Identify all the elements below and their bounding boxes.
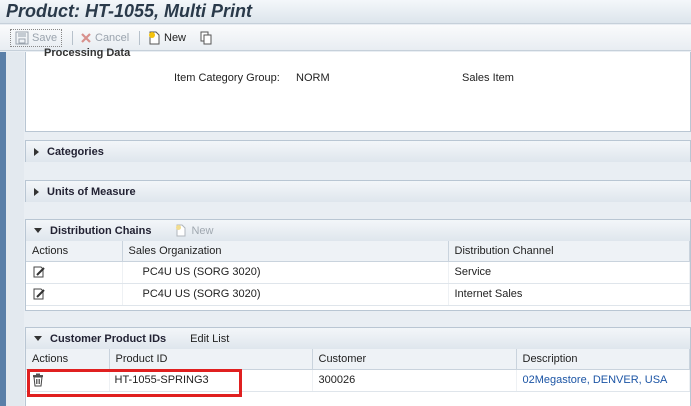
actions-cell	[26, 261, 123, 284]
actions-cell	[26, 283, 123, 306]
customer-product-ids-title: Customer Product IDs	[50, 332, 167, 345]
item-category-group-value: NORM	[296, 72, 330, 84]
collapse-arrow-icon	[34, 228, 42, 233]
processing-data-panel: Processing Data Item Category Group: NOR…	[25, 47, 691, 132]
customer-cell: 300026	[312, 369, 517, 392]
sales-organization-cell: PC4U US (SORG 3020)	[122, 261, 449, 284]
save-button[interactable]: Save	[10, 29, 63, 47]
new-document-icon	[176, 224, 186, 237]
new-label: New	[164, 32, 187, 44]
item-category-group-label: Item Category Group:	[174, 72, 280, 84]
table-header-row: Actions Product ID Customer Description	[26, 349, 690, 370]
expand-arrow-icon	[34, 187, 39, 196]
distribution-chains-header[interactable]: Distribution Chains New	[26, 220, 690, 241]
categories-panel: Categories	[25, 140, 691, 162]
units-of-measure-title: Units of Measure	[47, 185, 136, 198]
customer-product-ids-header[interactable]: Customer Product IDs Edit List	[26, 328, 690, 349]
page-title: Product: HT-1055, Multi Print	[6, 1, 253, 21]
processing-data-heading: Processing Data	[44, 47, 131, 59]
units-of-measure-header[interactable]: Units of Measure	[26, 181, 690, 202]
title-bar: Product: HT-1055, Multi Print	[0, 0, 691, 24]
distribution-new-label: New	[191, 224, 214, 237]
column-header-distribution-channel[interactable]: Distribution Channel	[448, 241, 690, 262]
toolbar-divider	[139, 31, 140, 45]
distribution-channel-cell: Service	[448, 261, 690, 284]
expand-arrow-icon	[34, 147, 39, 156]
new-button[interactable]: New	[144, 29, 190, 47]
new-document-icon	[149, 31, 160, 45]
categories-title: Categories	[47, 145, 104, 158]
cancel-icon	[81, 33, 91, 43]
sales-organization-cell: PC4U US (SORG 3020)	[122, 283, 449, 306]
edit-icon[interactable]	[32, 265, 46, 279]
column-header-sales-organization[interactable]: Sales Organization	[122, 241, 449, 262]
column-header-actions[interactable]: Actions	[26, 349, 110, 370]
column-header-description[interactable]: Description	[516, 349, 690, 370]
column-header-actions[interactable]: Actions	[26, 241, 123, 262]
distribution-chains-title: Distribution Chains	[50, 224, 152, 237]
distribution-chains-panel: Distribution Chains New Actions Sales Or…	[25, 219, 691, 311]
edit-list-button[interactable]: Edit List	[190, 333, 229, 345]
column-header-product-id[interactable]: Product ID	[109, 349, 313, 370]
distribution-chains-table: Actions Sales Organization Distribution …	[26, 241, 690, 306]
table-row[interactable]: PC4U US (SORG 3020) Service	[26, 261, 690, 284]
collapse-arrow-icon	[34, 336, 42, 341]
item-category-group-description: Sales Item	[462, 72, 514, 84]
edit-icon[interactable]	[32, 287, 46, 301]
distribution-channel-cell: Internet Sales	[448, 283, 690, 306]
table-row[interactable]: PC4U US (SORG 3020) Internet Sales	[26, 283, 690, 306]
categories-header[interactable]: Categories	[26, 141, 690, 162]
cancel-button[interactable]: Cancel	[76, 29, 133, 47]
table-header-row: Actions Sales Organization Distribution …	[26, 241, 690, 262]
column-header-customer[interactable]: Customer	[312, 349, 517, 370]
save-icon	[15, 31, 29, 45]
copy-button[interactable]	[195, 29, 217, 47]
toolbar-divider	[72, 31, 73, 45]
highlight-box	[27, 369, 242, 397]
units-of-measure-panel: Units of Measure	[25, 180, 691, 202]
navigation-bar[interactable]	[0, 52, 6, 406]
cancel-label: Cancel	[95, 32, 130, 44]
description-link[interactable]: 02Megastore, DENVER, USA	[516, 369, 690, 392]
left-navigation-strip	[0, 52, 24, 406]
copy-icon	[200, 31, 212, 45]
distribution-new-button[interactable]: New	[175, 224, 213, 237]
save-label: Save	[32, 32, 58, 44]
